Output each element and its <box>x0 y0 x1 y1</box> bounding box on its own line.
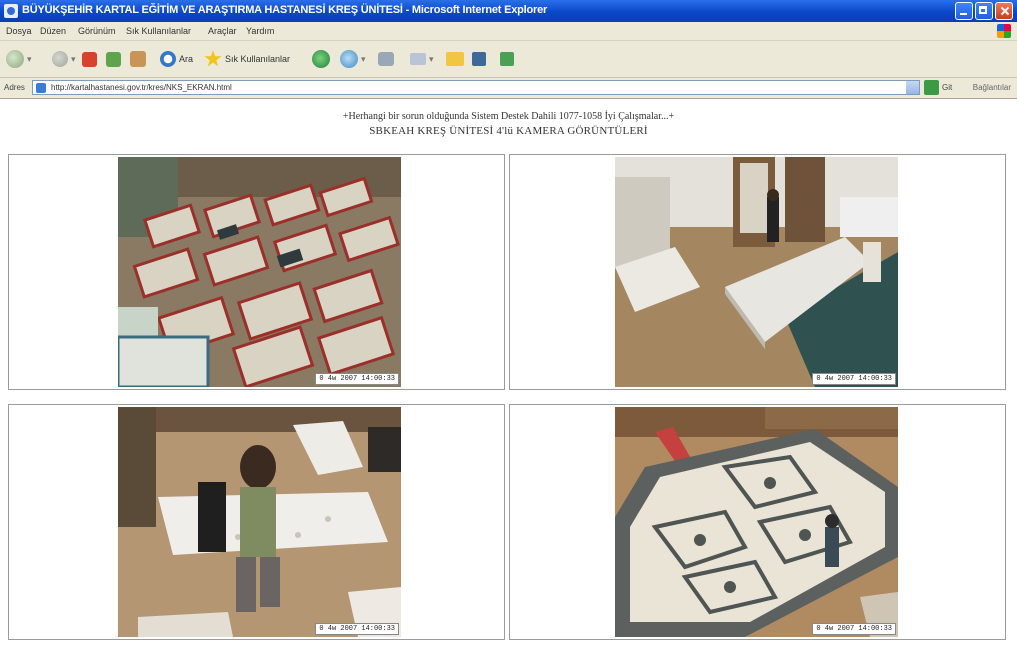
minimize-button[interactable] <box>955 2 973 20</box>
camera-timestamp: 0 4w 2007 14:00:33 <box>812 623 896 635</box>
search-icon <box>160 51 176 67</box>
standard-toolbar: ▾ ▾ Ara Sık Kullanılanlar ▾ ▾ <box>0 41 1017 78</box>
menu-favorites[interactable]: Sık Kullanılanlar <box>126 26 191 36</box>
home-icon <box>130 51 146 67</box>
mail-icon <box>410 53 426 65</box>
stop-button[interactable] <box>82 49 97 69</box>
media-button[interactable] <box>312 49 330 69</box>
dining-area-image <box>118 407 401 637</box>
favorites-label: Sık Kullanılanlar <box>225 54 291 64</box>
search-button[interactable]: Ara <box>160 49 193 69</box>
refresh-button[interactable] <box>106 49 121 69</box>
history-icon <box>340 50 358 68</box>
menu-edit[interactable]: Düzen <box>40 26 66 36</box>
activity-room-image <box>615 157 898 387</box>
windows-logo-icon <box>997 24 1011 38</box>
links-button[interactable]: Bağlantılar <box>973 83 1011 92</box>
window-title: BÜYÜKŞEHİR KARTAL EĞİTİM VE ARAŞTIRMA HA… <box>22 4 548 16</box>
go-button[interactable]: Git <box>942 83 952 92</box>
printer-icon <box>378 52 394 66</box>
back-arrow-icon <box>6 50 24 68</box>
page-title: SBKEAH KREŞ ÜNİTESİ 4'lü KAMERA GÖRÜNTÜL… <box>369 125 648 137</box>
close-button[interactable] <box>995 2 1013 20</box>
folder-button[interactable] <box>446 49 464 69</box>
star-icon <box>204 50 222 67</box>
messenger-button[interactable] <box>500 49 514 69</box>
search-label: Ara <box>179 54 194 64</box>
camera-timestamp: 0 4w 2007 14:00:33 <box>812 373 896 385</box>
window-titlebar: BÜYÜKŞEHİR KARTAL EĞİTİM VE ARAŞTIRMA HA… <box>0 0 1017 22</box>
page-heading: +Herhangi bir sorun olduğunda Sistem Des… <box>0 110 1017 138</box>
menu-help[interactable]: Yardım <box>246 26 274 36</box>
print-button[interactable] <box>378 49 394 69</box>
address-bar: Adres http://kartalhastanesi.gov.tr/kres… <box>0 78 1017 99</box>
history-button[interactable]: ▾ <box>340 49 366 69</box>
folder-icon <box>446 52 464 66</box>
address-dropdown-button[interactable] <box>906 81 919 94</box>
camera-panel-4: 0 4w 2007 14:00:33 <box>509 404 1006 640</box>
camera-panel-2: 0 4w 2007 14:00:33 <box>509 154 1006 390</box>
back-button[interactable]: ▾ <box>6 49 32 69</box>
forward-arrow-icon <box>52 51 68 67</box>
forward-button[interactable]: ▾ <box>52 49 76 69</box>
refresh-icon <box>106 51 121 67</box>
network-button[interactable] <box>472 49 486 69</box>
play-room-image <box>615 407 898 637</box>
page-icon <box>36 83 46 93</box>
camera-panel-1: 0 4w 2007 14:00:33 <box>8 154 505 390</box>
camera-feed-4[interactable]: 0 4w 2007 14:00:33 <box>615 407 898 637</box>
address-input[interactable]: http://kartalhastanesi.gov.tr/kres/NKS_E… <box>32 80 920 95</box>
stop-icon <box>82 51 97 67</box>
sleeping-room-image <box>118 157 401 387</box>
maximize-button[interactable] <box>975 2 993 20</box>
camera-grid: 0 4w 2007 14:00:33 0 4w 2007 14:00:33 0 … <box>8 154 1008 640</box>
camera-feed-1[interactable]: 0 4w 2007 14:00:33 <box>118 157 401 387</box>
camera-timestamp: 0 4w 2007 14:00:33 <box>315 373 399 385</box>
support-notice: +Herhangi bir sorun olduğunda Sistem Des… <box>342 111 675 122</box>
camera-feed-2[interactable]: 0 4w 2007 14:00:33 <box>615 157 898 387</box>
menu-tools[interactable]: Araçlar <box>208 26 237 36</box>
media-icon <box>312 50 330 68</box>
favorites-button[interactable]: Sık Kullanılanlar <box>204 49 290 69</box>
network-icon <box>472 52 486 66</box>
menu-bar: Dosya Düzen Görünüm Sık Kullanılanlar Ar… <box>0 22 1017 41</box>
address-label: Adres <box>4 83 25 92</box>
go-arrow-icon[interactable] <box>924 80 939 95</box>
mail-button[interactable]: ▾ <box>410 49 434 69</box>
menu-view[interactable]: Görünüm <box>78 26 116 36</box>
camera-timestamp: 0 4w 2007 14:00:33 <box>315 623 399 635</box>
address-url: http://kartalhastanesi.gov.tr/kres/NKS_E… <box>51 83 232 92</box>
camera-feed-3[interactable]: 0 4w 2007 14:00:33 <box>118 407 401 637</box>
ie-app-icon[interactable] <box>4 4 18 18</box>
home-button[interactable] <box>130 49 146 69</box>
camera-panel-3: 0 4w 2007 14:00:33 <box>8 404 505 640</box>
menu-file[interactable]: Dosya <box>6 26 32 36</box>
messenger-icon <box>500 52 514 66</box>
